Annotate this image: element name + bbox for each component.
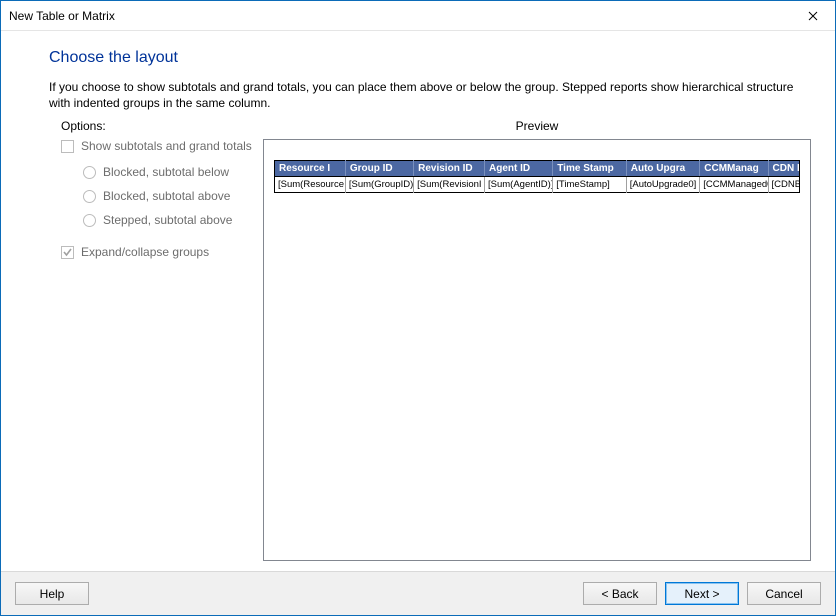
cell-group: [Sum(GroupID) xyxy=(345,177,413,193)
cell-revision: [Sum(RevisionI xyxy=(414,177,485,193)
page-description: If you choose to show subtotals and gran… xyxy=(49,79,811,111)
col-revision: Revision ID xyxy=(414,161,485,177)
table-header-row: Resource I Group ID Revision ID Agent ID… xyxy=(275,161,800,177)
cell-resource: [Sum(Resource xyxy=(275,177,346,193)
option-blocked-below: Blocked, subtotal below xyxy=(83,165,263,179)
cell-cdnb: [CDNBa xyxy=(768,177,800,193)
col-agent: Agent ID xyxy=(485,161,553,177)
col-autoupgra: Auto Upgra xyxy=(626,161,700,177)
radio-icon xyxy=(83,214,96,227)
cell-agent: [Sum(AgentID)] xyxy=(485,177,553,193)
options-column: Options: Show subtotals and grand totals… xyxy=(25,119,263,561)
checkbox-icon xyxy=(61,246,74,259)
footer: Help < Back Next > Cancel xyxy=(1,571,835,615)
body-row: Options: Show subtotals and grand totals… xyxy=(25,119,811,561)
preview-label: Preview xyxy=(263,119,811,133)
table-row: [Sum(Resource [Sum(GroupID) [Sum(Revisio… xyxy=(275,177,800,193)
close-button[interactable] xyxy=(790,1,835,30)
titlebar: New Table or Matrix xyxy=(1,1,835,31)
cancel-button[interactable]: Cancel xyxy=(747,582,821,605)
preview-table: Resource I Group ID Revision ID Agent ID… xyxy=(274,160,800,193)
col-cdnb: CDN B xyxy=(768,161,800,177)
col-group: Group ID xyxy=(345,161,413,177)
col-resource: Resource I xyxy=(275,161,346,177)
page-heading: Choose the layout xyxy=(49,49,811,67)
preview-box: Resource I Group ID Revision ID Agent ID… xyxy=(263,139,811,561)
option-expand-collapse-label: Expand/collapse groups xyxy=(81,245,209,259)
option-show-subtotals-label: Show subtotals and grand totals xyxy=(81,139,252,153)
radio-icon xyxy=(83,166,96,179)
window-title: New Table or Matrix xyxy=(9,9,790,23)
back-button[interactable]: < Back xyxy=(583,582,657,605)
wizard-window: New Table or Matrix Choose the layout If… xyxy=(0,0,836,616)
option-blocked-above: Blocked, subtotal above xyxy=(83,189,263,203)
col-ccmmanag: CCMManag xyxy=(700,161,768,177)
preview-column: Preview Resource I Group ID Revision ID … xyxy=(263,119,811,561)
next-button[interactable]: Next > xyxy=(665,582,739,605)
cell-timestamp: [TimeStamp] xyxy=(553,177,627,193)
cell-ccmmanag: [CCMManaged0 xyxy=(700,177,768,193)
cell-autoupgra: [AutoUpgrade0] xyxy=(626,177,700,193)
checkbox-icon xyxy=(61,140,74,153)
option-stepped-above: Stepped, subtotal above xyxy=(83,213,263,227)
option-blocked-above-label: Blocked, subtotal above xyxy=(103,189,230,203)
option-show-subtotals[interactable]: Show subtotals and grand totals xyxy=(61,139,263,153)
options-label: Options: xyxy=(61,119,263,133)
col-timestamp: Time Stamp xyxy=(553,161,627,177)
help-button[interactable]: Help xyxy=(15,582,89,605)
option-expand-collapse[interactable]: Expand/collapse groups xyxy=(61,245,263,259)
close-icon xyxy=(808,11,818,21)
option-blocked-below-label: Blocked, subtotal below xyxy=(103,165,229,179)
option-stepped-above-label: Stepped, subtotal above xyxy=(103,213,232,227)
radio-icon xyxy=(83,190,96,203)
content-area: Choose the layout If you choose to show … xyxy=(1,31,835,571)
